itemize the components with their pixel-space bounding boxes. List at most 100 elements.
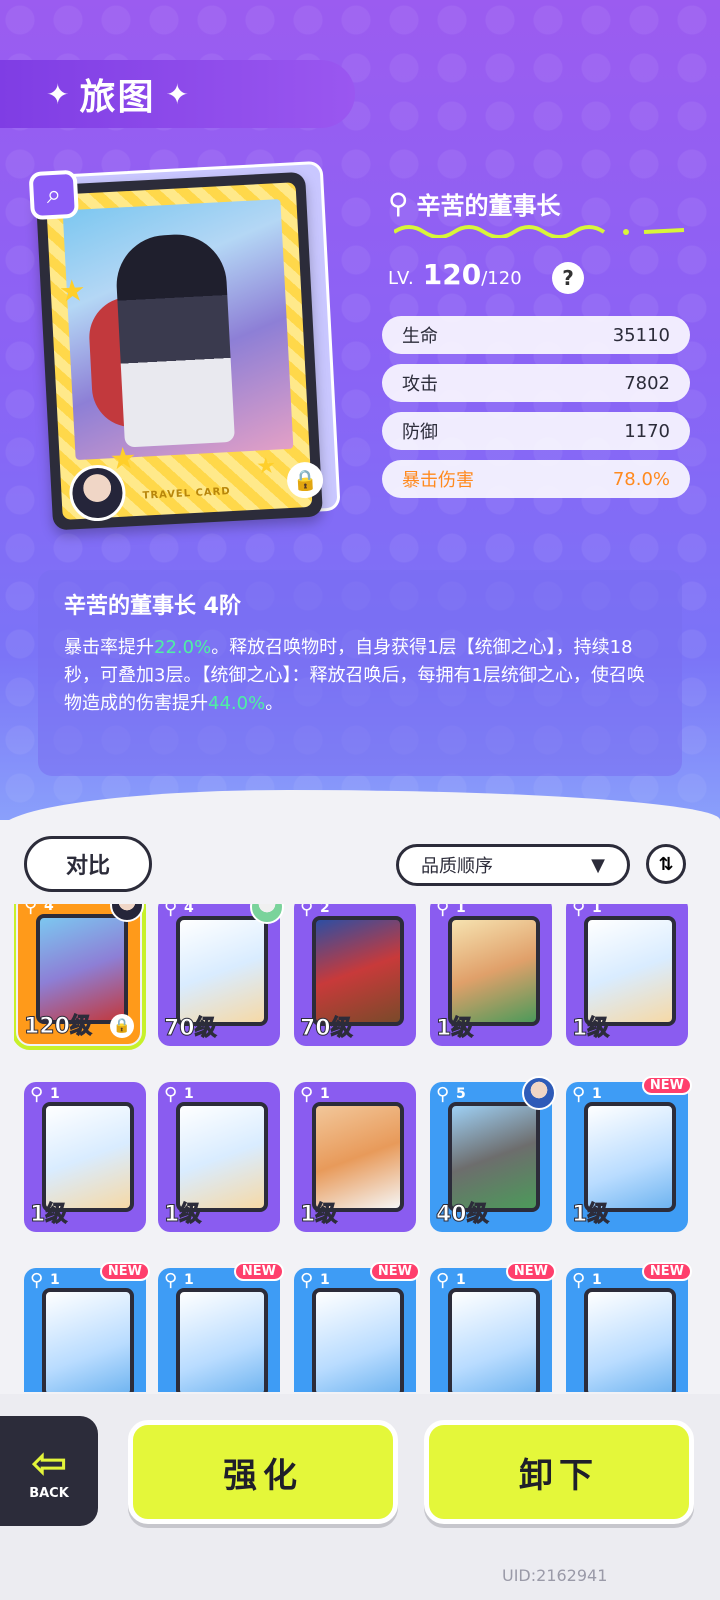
stat-row-crit-damage: 暴击伤害 78.0% <box>382 460 690 498</box>
card-artwork <box>62 199 294 461</box>
squiggle-decoration <box>394 225 685 238</box>
tile-level: 70级 <box>300 1016 354 1042</box>
stat-value: 78.0% <box>612 468 670 490</box>
travel-card[interactable]: TRAVEL CARD ★ ★ ★ ⌕ 🔒 <box>28 160 345 536</box>
tile-artwork <box>448 1288 540 1392</box>
key-icon: ⚲ <box>24 904 38 917</box>
magnify-icon[interactable]: ⌕ <box>28 169 80 221</box>
back-button[interactable]: ⇦ BACK <box>0 1416 98 1526</box>
skill-text-part: 。 <box>265 693 284 714</box>
key-icon: ⚲ <box>164 1084 178 1105</box>
stat-value: 7802 <box>624 372 670 394</box>
tile-level: 40级 <box>436 1202 490 1228</box>
card-tile[interactable]: ⚲ 1 1级 <box>24 1082 146 1232</box>
star-icon: ★ <box>255 453 277 480</box>
tile-stars: 1 <box>50 1086 60 1102</box>
unequip-button[interactable]: 卸下 <box>424 1420 694 1524</box>
chevron-down-icon: ▼ <box>591 854 605 876</box>
help-icon[interactable]: ? <box>552 262 584 294</box>
key-icon: ⚲ <box>572 1084 586 1105</box>
sort-label: 品质顺序 <box>421 856 493 877</box>
tile-level: 1级 <box>29 1202 68 1228</box>
page-title: 旅图 <box>79 77 156 118</box>
key-icon: ⚲ <box>164 904 178 919</box>
card-tile[interactable]: ⚲ 1 NEW <box>430 1262 556 1392</box>
card-tile[interactable]: ⚲ 1 NEW <box>566 1262 692 1392</box>
key-icon: ⚲ <box>436 1084 450 1105</box>
tile-stars: 1 <box>184 1086 194 1102</box>
enhance-button[interactable]: 强化 <box>128 1420 398 1524</box>
card-tile[interactable]: ⚲ 1 NEW 1级 <box>566 1076 692 1232</box>
skill-title: 辛苦的董事长 4阶 <box>64 594 241 619</box>
back-label: BACK <box>29 1485 69 1501</box>
card-tile[interactable]: ⚲ 2 70级 <box>294 904 416 1046</box>
tile-stars: 1 <box>456 904 466 916</box>
tile-level: 70级 <box>164 1016 218 1042</box>
sort-dropdown[interactable]: 品质顺序 ▼ <box>396 844 630 886</box>
skill-highlight: 22.0% <box>154 637 212 658</box>
card-tile[interactable]: ⚲ 1 NEW <box>294 1262 420 1392</box>
key-icon: ⚲ <box>30 1270 44 1291</box>
level-label: LV. <box>388 268 415 289</box>
tile-stars: 2 <box>320 904 330 916</box>
tile-stars: 5 <box>456 1086 466 1102</box>
stat-value: 35110 <box>612 324 670 346</box>
level-row: LV. 120 /120 <box>388 258 522 291</box>
tile-level: 1级 <box>163 1202 202 1228</box>
user-id: UID:2162941 <box>502 1566 608 1585</box>
tile-stars: 1 <box>184 1272 194 1288</box>
level-max: /120 <box>481 268 522 289</box>
card-tile[interactable]: ⚲ 1 1级 <box>566 904 688 1046</box>
tile-stars: 1 <box>592 1272 602 1288</box>
tile-level: 1级 <box>435 1016 474 1042</box>
key-icon: ⚲ <box>572 904 586 919</box>
sparkle-icon: ✦ <box>46 77 70 111</box>
new-badge: NEW <box>233 1262 284 1281</box>
tile-level: 1级 <box>299 1202 338 1228</box>
stat-label: 暴击伤害 <box>402 470 474 491</box>
sort-order-icon[interactable]: ⇅ <box>646 844 686 884</box>
key-icon: ⚲ <box>388 187 409 220</box>
card-tile[interactable]: ⚲ 1 1级 <box>158 1082 280 1232</box>
character-panel: ✦ 旅图 ✦ TRAVEL CARD ★ ★ ★ ⌕ 🔒 ⚲ 辛苦的董事长 LV… <box>0 0 720 820</box>
compare-button[interactable]: 对比 <box>24 836 152 892</box>
character-figure <box>114 232 235 448</box>
new-badge: NEW <box>369 1262 420 1281</box>
skill-text-part: 暴击率提升 <box>64 637 154 658</box>
card-tile[interactable]: ⚲ 1 NEW <box>24 1262 150 1392</box>
key-icon: ⚲ <box>30 1084 44 1105</box>
card-name: 辛苦的董事长 <box>416 192 561 220</box>
stat-value: 1170 <box>624 420 670 442</box>
skill-description: 辛苦的董事长 4阶 暴击率提升22.0%。释放召唤物时，自身获得1层【统御之心】… <box>38 570 682 776</box>
new-badge: NEW <box>99 1262 150 1281</box>
new-badge: NEW <box>641 1262 692 1281</box>
back-arrow-icon: ⇦ <box>30 1437 68 1489</box>
stat-label: 攻击 <box>402 374 438 395</box>
card-tile[interactable]: ⚲ 1 NEW <box>158 1262 284 1392</box>
card-tile[interactable]: ⚲ 1 1级 <box>294 1082 416 1232</box>
tile-stars: 1 <box>50 1272 60 1288</box>
level-current: 120 <box>422 258 482 291</box>
tile-artwork <box>584 1288 676 1392</box>
stat-row-defense: 防御 1170 <box>382 412 690 450</box>
key-icon: ⚲ <box>164 1270 178 1291</box>
tile-level: 1级 <box>571 1016 610 1042</box>
stat-row-hp: 生命 35110 <box>382 316 690 354</box>
tile-artwork <box>312 1288 404 1392</box>
key-icon: ⚲ <box>436 904 450 919</box>
card-tile[interactable]: ⚲ 1 1级 <box>430 904 552 1046</box>
tile-stars: 1 <box>320 1272 330 1288</box>
key-icon: ⚲ <box>436 1270 450 1291</box>
tile-level: 1级 <box>571 1202 610 1228</box>
tile-level: 120级 <box>24 1014 93 1040</box>
equipped-avatar <box>522 1076 556 1110</box>
tile-stars: 1 <box>320 1086 330 1102</box>
card-tile[interactable]: ⚲ 5 40级 <box>430 1076 556 1232</box>
tile-stars: 4 <box>44 904 54 914</box>
tile-stars: 1 <box>592 1086 602 1102</box>
card-grid: ⚲ 4 120级 🔒 ⚲ 4 70级 ⚲ 2 70级 ⚲ 1 1级 ⚲ 1 1级… <box>14 904 714 1392</box>
lock-icon: 🔒 <box>110 1014 134 1038</box>
card-tile[interactable]: ⚲ 4 70级 <box>158 904 284 1046</box>
card-tile[interactable]: ⚲ 4 120级 🔒 <box>14 904 146 1050</box>
star-icon: ★ <box>57 273 87 310</box>
